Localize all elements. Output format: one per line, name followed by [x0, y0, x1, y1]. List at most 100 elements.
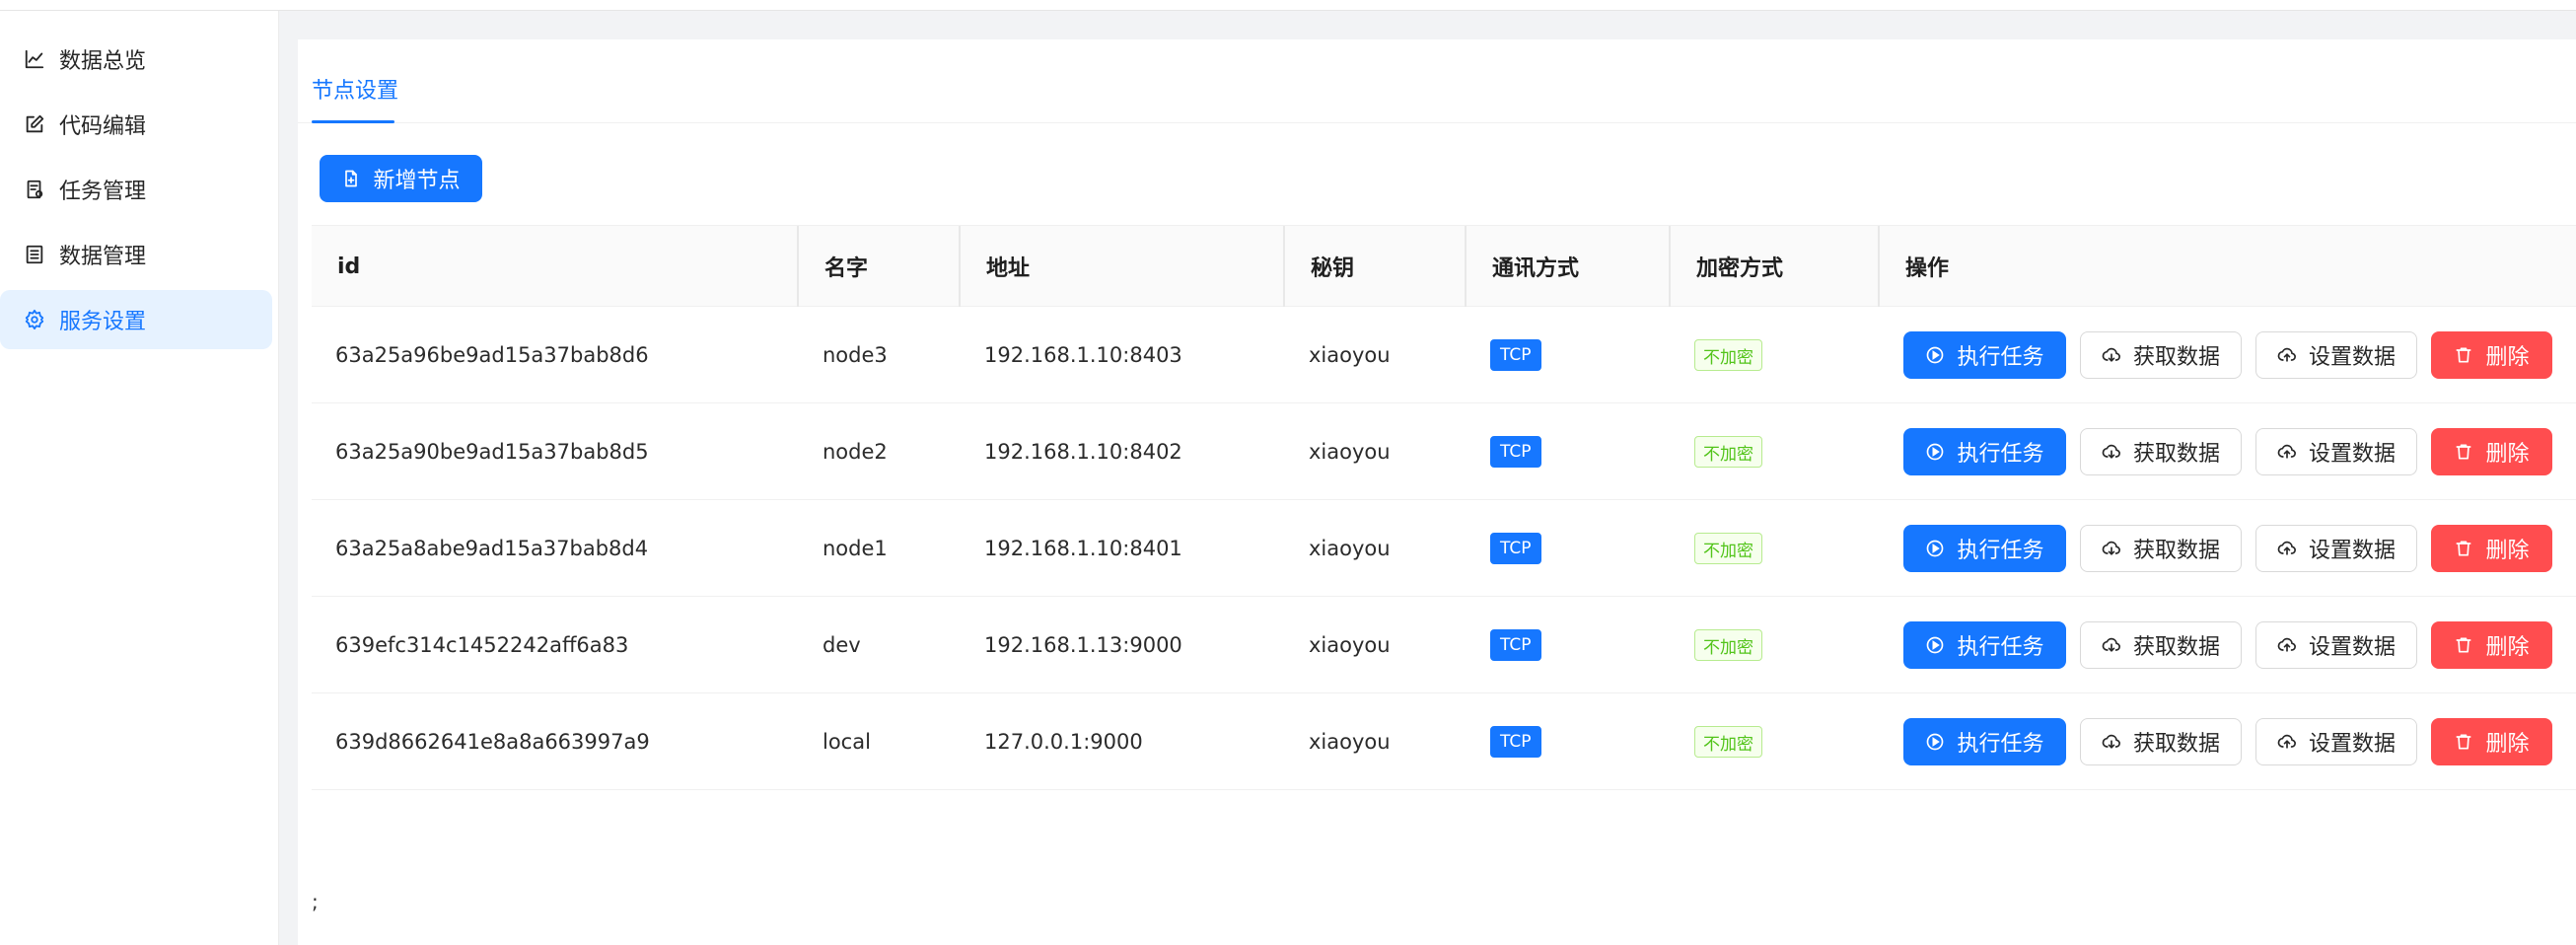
- fetch-data-button[interactable]: 获取数据: [2080, 428, 2242, 475]
- encryption-tag: 不加密: [1694, 339, 1762, 371]
- column-header-key: 秘钥: [1311, 256, 1355, 281]
- cell-address: 192.168.1.13:9000: [984, 633, 1182, 657]
- delete-label: 删除: [2485, 732, 2530, 757]
- table-row: 63a25a96be9ad15a37bab8d6 node3 192.168.1…: [312, 307, 2576, 403]
- cell-actions: 执行任务 获取数据 设置数据 删除: [1880, 307, 2576, 403]
- delete-label: 删除: [2485, 539, 2530, 563]
- encryption-tag: 不加密: [1694, 436, 1762, 468]
- trash-icon: [2456, 444, 2471, 460]
- cell-name: dev: [823, 633, 861, 657]
- cell-protocol: TCP: [1467, 597, 1669, 693]
- cloud-upload-icon: [2277, 637, 2296, 652]
- sidebar-item-overview[interactable]: 数据总览: [0, 30, 272, 89]
- set-data-button[interactable]: 设置数据: [2255, 621, 2417, 669]
- cloud-download-icon: [2102, 637, 2120, 652]
- sidebar-item-service-settings[interactable]: 服务设置: [0, 290, 272, 349]
- delete-button[interactable]: 删除: [2431, 621, 2552, 669]
- delete-label: 删除: [2485, 635, 2530, 660]
- set-data-label: 设置数据: [2308, 539, 2396, 563]
- cloud-download-icon: [2102, 734, 2120, 749]
- fetch-data-label: 获取数据: [2132, 345, 2220, 370]
- play-circle-icon: [1927, 636, 1944, 654]
- column-header-encryption: 加密方式: [1696, 256, 1784, 281]
- fetch-data-button[interactable]: 获取数据: [2080, 621, 2242, 669]
- cell-protocol: TCP: [1467, 500, 1669, 597]
- run-task-button[interactable]: 执行任务: [1903, 525, 2066, 572]
- cell-name: local: [823, 730, 871, 754]
- trash-icon: [2456, 347, 2471, 363]
- task-icon: [24, 179, 45, 200]
- cell-id: 639efc314c1452242aff6a83: [335, 633, 629, 657]
- footer-mark: ;: [312, 890, 319, 913]
- cell-protocol: TCP: [1467, 307, 1669, 403]
- line-chart-icon: [24, 48, 45, 70]
- cell-id: 63a25a8abe9ad15a37bab8d4: [335, 537, 649, 560]
- sidebar-item-data-manage[interactable]: 数据管理: [0, 225, 272, 284]
- table-row: 63a25a8abe9ad15a37bab8d4 node1 192.168.1…: [312, 500, 2576, 597]
- fetch-data-label: 获取数据: [2132, 732, 2220, 757]
- sidebar-item-code-edit[interactable]: 代码编辑: [0, 95, 272, 154]
- cell-actions: 执行任务 获取数据 设置数据 删除: [1880, 693, 2576, 790]
- encryption-tag: 不加密: [1694, 726, 1762, 758]
- run-task-button[interactable]: 执行任务: [1903, 621, 2066, 669]
- edit-icon: [24, 113, 45, 135]
- run-task-button[interactable]: 执行任务: [1903, 718, 2066, 765]
- cell-key: xiaoyou: [1309, 537, 1391, 560]
- protocol-tag: TCP: [1490, 533, 1541, 564]
- run-task-button[interactable]: 执行任务: [1903, 331, 2066, 379]
- set-data-button[interactable]: 设置数据: [2255, 428, 2417, 475]
- fetch-data-button[interactable]: 获取数据: [2080, 525, 2242, 572]
- cell-address: 127.0.0.1:9000: [984, 730, 1143, 754]
- fetch-data-label: 获取数据: [2132, 635, 2220, 660]
- sidebar-item-label: 任务管理: [59, 180, 147, 204]
- cell-actions: 执行任务 获取数据 设置数据 删除: [1880, 403, 2576, 500]
- gear-icon: [24, 309, 45, 330]
- column-header-protocol: 通讯方式: [1492, 256, 1580, 281]
- delete-button[interactable]: 删除: [2431, 428, 2552, 475]
- delete-button[interactable]: 删除: [2431, 525, 2552, 572]
- protocol-tag: TCP: [1490, 726, 1541, 758]
- run-task-button[interactable]: 执行任务: [1903, 428, 2066, 475]
- set-data-label: 设置数据: [2308, 442, 2396, 467]
- run-task-label: 执行任务: [1957, 539, 2044, 563]
- cloud-upload-icon: [2277, 347, 2296, 362]
- cloud-upload-icon: [2277, 444, 2296, 459]
- cell-id: 63a25a90be9ad15a37bab8d5: [335, 440, 649, 464]
- trash-icon: [2456, 637, 2471, 653]
- cell-protocol: TCP: [1467, 403, 1669, 500]
- cell-address: 192.168.1.10:8403: [984, 343, 1182, 367]
- delete-button[interactable]: 删除: [2431, 331, 2552, 379]
- cell-encryption: 不加密: [1671, 307, 1878, 403]
- cloud-upload-icon: [2277, 541, 2296, 555]
- cell-address: 192.168.1.10:8401: [984, 537, 1182, 560]
- sidebar-item-label: 数据管理: [59, 245, 147, 269]
- set-data-label: 设置数据: [2308, 635, 2396, 660]
- table-row: 63a25a90be9ad15a37bab8d5 node2 192.168.1…: [312, 403, 2576, 500]
- protocol-tag: TCP: [1490, 436, 1541, 468]
- fetch-data-label: 获取数据: [2132, 539, 2220, 563]
- tab-ink-bar: [312, 120, 394, 123]
- add-node-button[interactable]: 新增节点: [320, 155, 482, 202]
- fetch-data-button[interactable]: 获取数据: [2080, 718, 2242, 765]
- play-circle-icon: [1927, 733, 1944, 751]
- cell-encryption: 不加密: [1671, 403, 1878, 500]
- cloud-download-icon: [2102, 541, 2120, 555]
- settings-panel: 节点设置 新增节点 id 名字 地址 秘钥 通讯方式 加密方式 操作 63a25…: [298, 39, 2576, 945]
- delete-button[interactable]: 删除: [2431, 718, 2552, 765]
- cloud-download-icon: [2102, 347, 2120, 362]
- cell-encryption: 不加密: [1671, 693, 1878, 790]
- set-data-label: 设置数据: [2308, 732, 2396, 757]
- tab-node-settings[interactable]: 节点设置: [312, 73, 398, 123]
- set-data-button[interactable]: 设置数据: [2255, 525, 2417, 572]
- set-data-button[interactable]: 设置数据: [2255, 718, 2417, 765]
- sidebar-item-task-manage[interactable]: 任务管理: [0, 160, 272, 219]
- cell-name: node3: [823, 343, 888, 367]
- cell-name: node2: [823, 440, 888, 464]
- cell-key: xiaoyou: [1309, 440, 1391, 464]
- fetch-data-button[interactable]: 获取数据: [2080, 331, 2242, 379]
- cell-actions: 执行任务 获取数据 设置数据 删除: [1880, 597, 2576, 693]
- cloud-download-icon: [2102, 444, 2120, 459]
- set-data-button[interactable]: 设置数据: [2255, 331, 2417, 379]
- tab-bar: 节点设置: [298, 39, 2576, 123]
- main-content: 节点设置 新增节点 id 名字 地址 秘钥 通讯方式 加密方式 操作 63a25…: [279, 11, 2576, 945]
